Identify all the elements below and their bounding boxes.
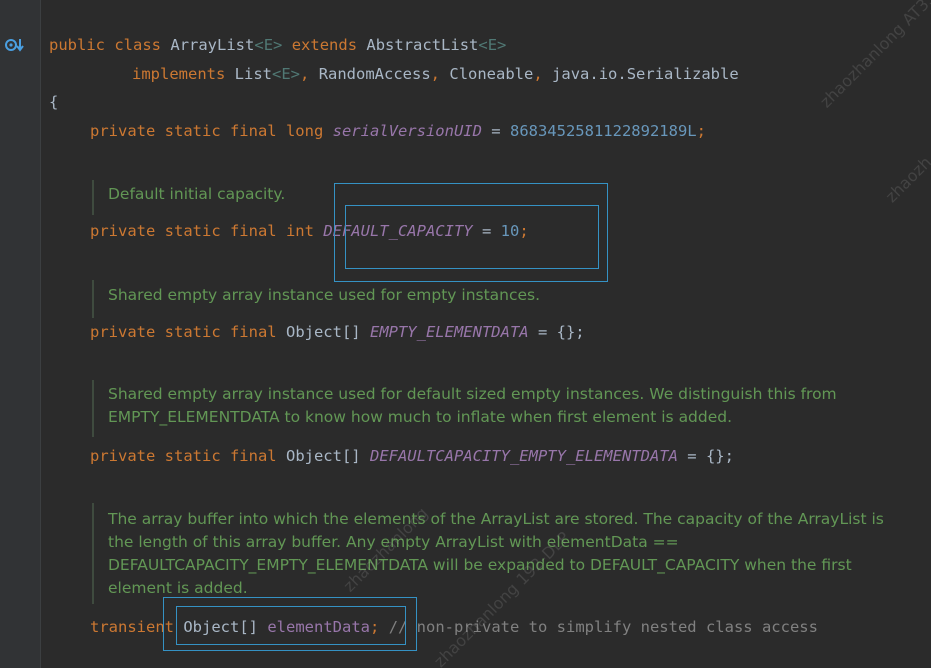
separator: , — [300, 65, 310, 83]
keyword-transient: transient — [90, 618, 174, 636]
code-line-default-capacity[interactable]: private static final int DEFAULT_CAPACIT… — [90, 221, 529, 241]
field-serial-version-uid: serialVersionUID — [332, 122, 482, 140]
semicolon: ; — [370, 618, 380, 636]
separator: , — [430, 65, 441, 83]
generic-param: <E> — [272, 65, 300, 83]
doc-text: Shared empty array instance used for def… — [108, 385, 837, 426]
field-defaultcapacity-empty-elementdata: DEFAULTCAPACITY_EMPTY_ELEMENTDATA — [369, 447, 678, 465]
code-line-serial-version[interactable]: private static final long serialVersionU… — [90, 121, 706, 141]
interface-list: List — [234, 65, 272, 83]
interface-serializable: java.io.Serializable — [552, 65, 739, 83]
editor-gutter — [0, 0, 41, 668]
doc-text: Default initial capacity. — [108, 185, 286, 203]
modifiers: private static final int — [90, 222, 314, 240]
operator: = — [491, 122, 501, 140]
interface-cloneable: Cloneable — [449, 65, 534, 83]
keyword-class: class — [114, 36, 162, 54]
type-object-array: Object[] — [285, 323, 361, 341]
field-element-data: elementData — [267, 618, 370, 636]
type-object-array: Object[] — [183, 618, 258, 636]
field-default-capacity: DEFAULT_CAPACITY — [323, 222, 473, 240]
type-object-array: Object[] — [285, 447, 361, 465]
code-editor[interactable]: public class ArrayList<E> extends Abstra… — [0, 0, 931, 668]
field-empty-elementdata: EMPTY_ELEMENTDATA — [369, 323, 529, 341]
superclass-name: AbstractList — [366, 36, 479, 54]
modifiers: private static final — [90, 323, 277, 341]
generic-param: <E> — [478, 36, 507, 54]
modifiers: private static final long — [90, 122, 324, 140]
generic-param: <E> — [254, 36, 283, 54]
keyword-extends: extends — [291, 36, 358, 54]
code-line-empty-elementdata[interactable]: private static final Object[] EMPTY_ELEM… — [90, 322, 585, 342]
line-comment: // non-private to simplify nested class … — [388, 618, 818, 636]
initializer: = {}; — [537, 323, 585, 341]
semicolon: ; — [519, 222, 529, 240]
number-literal: 10 — [500, 222, 520, 240]
number-literal: 8683452581122892189L — [509, 122, 697, 140]
doc-text: Shared empty array instance used for emp… — [108, 286, 541, 304]
separator: , — [533, 65, 543, 83]
doc-comment-element-data[interactable]: The array buffer into which the elements… — [92, 503, 908, 604]
class-name: ArrayList — [170, 36, 255, 54]
interface-random-access: RandomAccess — [318, 65, 431, 83]
watermark: zhaozhanlong AT35 — [816, 0, 931, 112]
modifiers: private static final — [90, 447, 277, 465]
doc-text: The array buffer into which the elements… — [108, 510, 884, 597]
semicolon: ; — [696, 122, 706, 140]
implementation-marker-icon[interactable] — [4, 36, 24, 54]
code-line-open-brace[interactable]: { — [49, 92, 58, 112]
keyword-public: public — [49, 36, 105, 54]
doc-comment-empty-elementdata[interactable]: Shared empty array instance used for emp… — [92, 280, 908, 318]
doc-comment-default-capacity-empty[interactable]: Shared empty array instance used for def… — [92, 380, 908, 437]
code-line-default-capacity-empty[interactable]: private static final Object[] DEFAULTCAP… — [90, 446, 734, 466]
initializer: = {}; — [687, 447, 734, 465]
keyword-implements: implements — [132, 65, 226, 83]
code-line-element-data[interactable]: transient Object[] elementData; // non-p… — [90, 617, 818, 637]
doc-comment-default-capacity[interactable]: Default initial capacity. — [92, 180, 908, 215]
code-line-implements[interactable]: implements List<E>, RandomAccess, Clonea… — [132, 64, 739, 84]
code-line-class-declaration[interactable]: public class ArrayList<E> extends Abstra… — [49, 35, 506, 55]
operator: = — [481, 222, 492, 240]
